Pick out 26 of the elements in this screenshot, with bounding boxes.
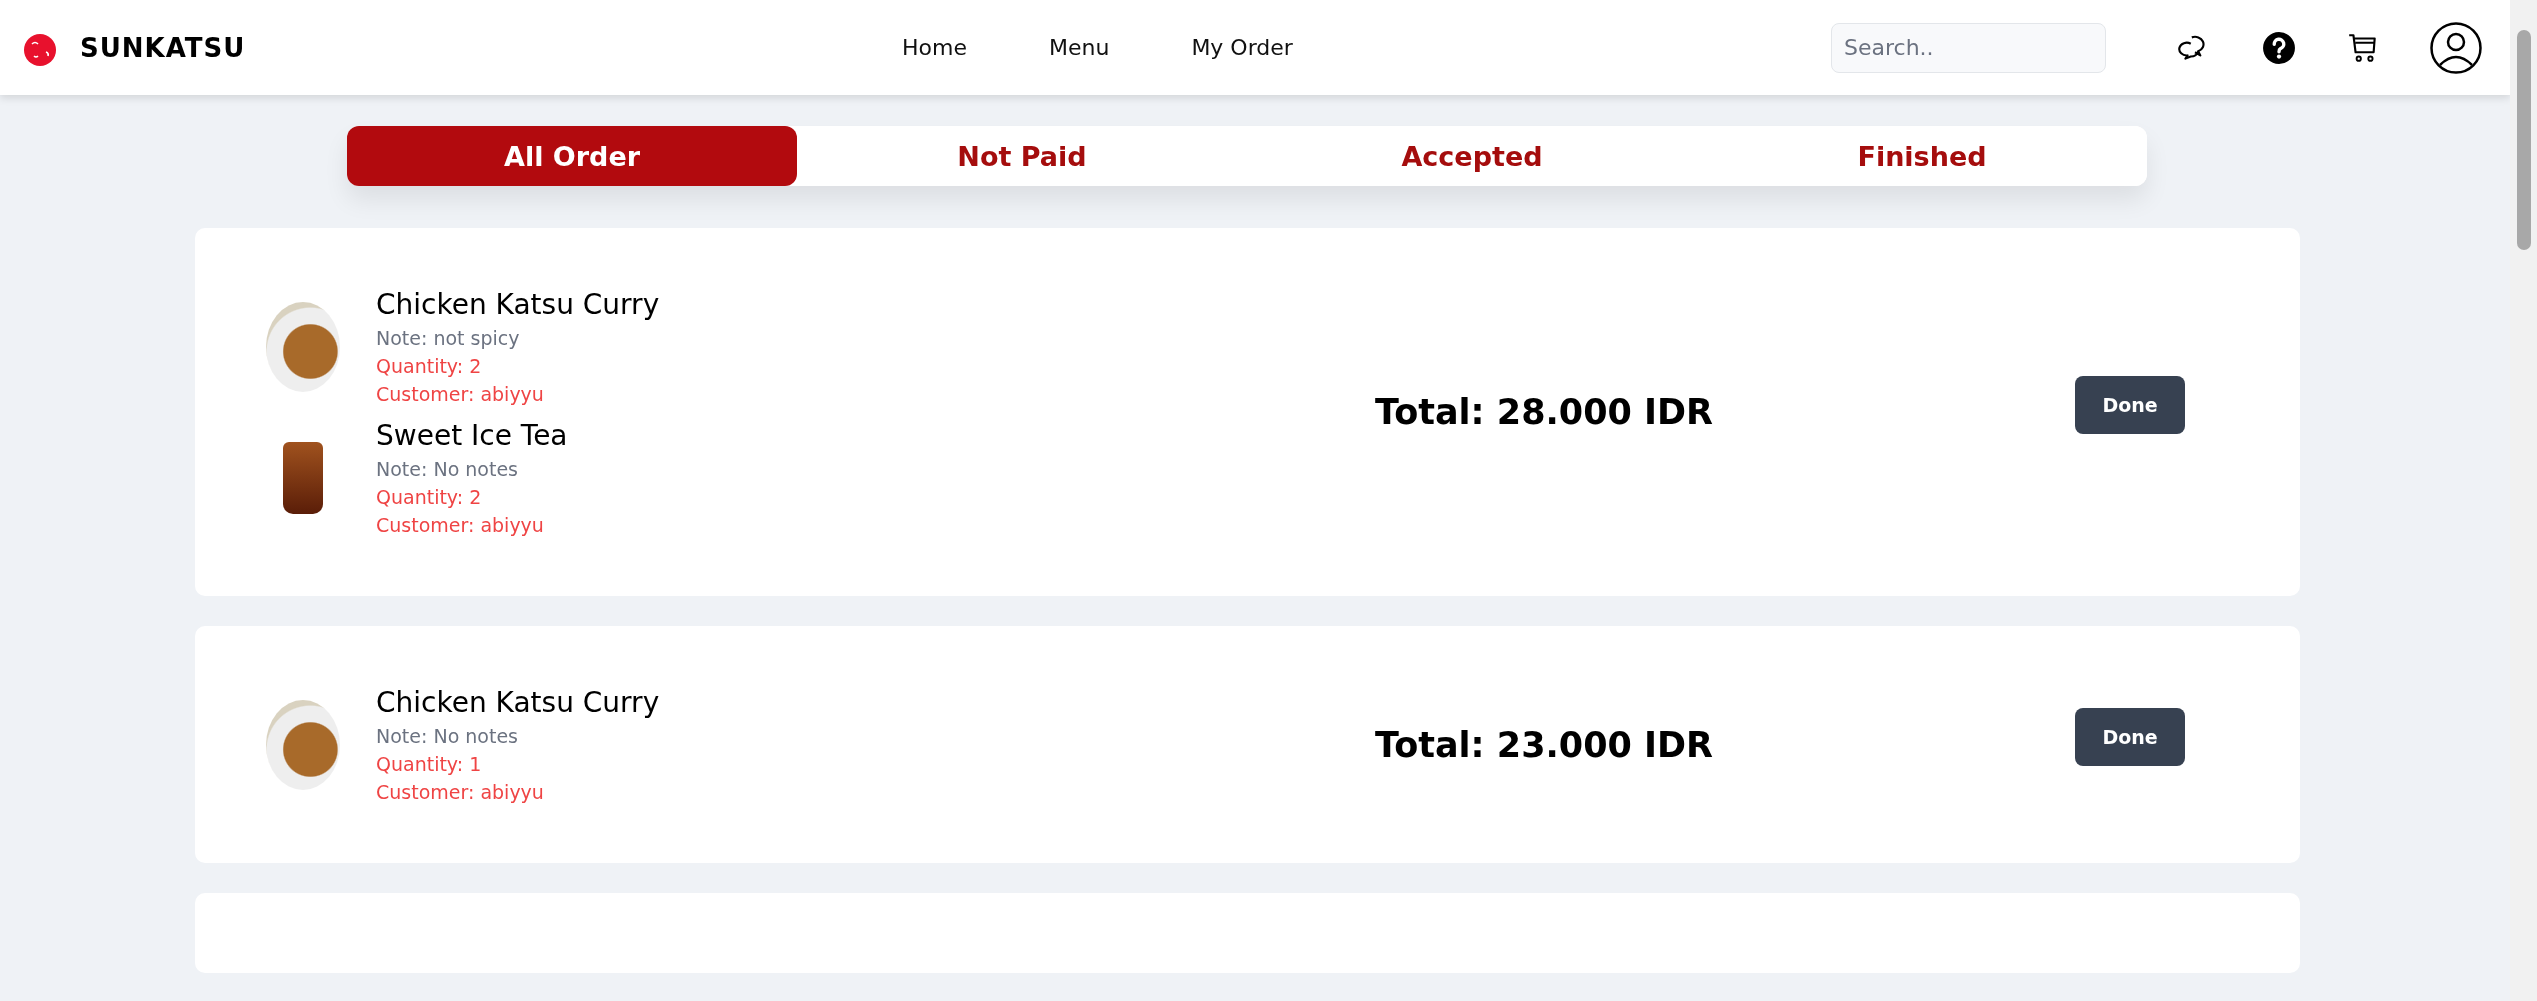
- scrollbar-thumb[interactable]: [2516, 30, 2531, 250]
- filter-tab[interactable]: All Order: [347, 126, 797, 186]
- search-field[interactable]: Search..: [1831, 22, 2106, 73]
- item-quantity: Quantity: 1: [376, 753, 483, 775]
- order-total: Total: 28.000 IDR: [1374, 392, 1715, 432]
- item-note: Note: not spicy: [376, 327, 521, 349]
- item-customer: Customer: abiyyu: [376, 781, 545, 803]
- item-name: Chicken Katsu Curry: [376, 686, 660, 719]
- item-customer: Customer: abiyyu: [376, 514, 545, 536]
- item-customer: Customer: abiyyu: [376, 383, 545, 405]
- nav-link[interactable]: My Order: [1191, 35, 1293, 60]
- brand-name[interactable]: SUNKATSU: [80, 32, 246, 63]
- item-quantity: Quantity: 2: [376, 355, 483, 377]
- item-note: Note: No notes: [376, 725, 519, 747]
- nav-link[interactable]: Menu: [1048, 35, 1110, 60]
- help-icon[interactable]: [2262, 30, 2296, 65]
- item-name: Sweet Ice Tea: [376, 419, 568, 452]
- done-button[interactable]: Done: [2075, 708, 2185, 766]
- done-button[interactable]: Done: [2075, 375, 2185, 434]
- nav-link[interactable]: Home: [902, 35, 967, 60]
- scrollbar[interactable]: [2510, 0, 2537, 1001]
- user-avatar-icon[interactable]: [2430, 21, 2482, 74]
- order-total: Total: 23.000 IDR: [1374, 724, 1715, 765]
- item-quantity: Quantity: 2: [376, 486, 483, 508]
- item-note: Note: No notes: [376, 458, 519, 480]
- item-name: Chicken Katsu Curry: [376, 288, 660, 321]
